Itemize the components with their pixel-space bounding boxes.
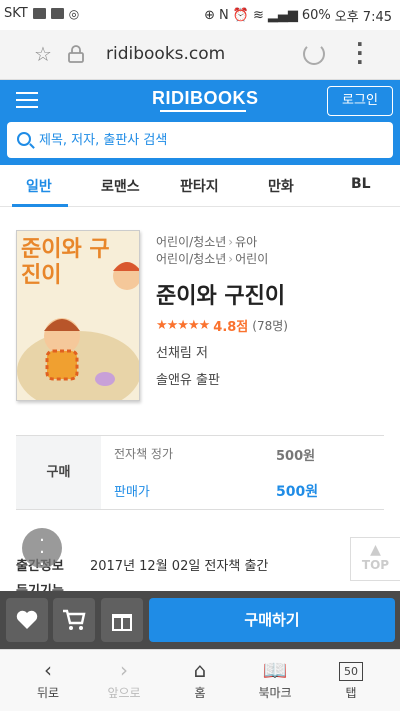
tabs-label: 탭	[345, 686, 357, 700]
purchase-bar: 구매하기	[0, 591, 400, 649]
logo-underline	[160, 110, 246, 112]
forward-label: 앞으로	[107, 686, 141, 700]
tab-count: 50	[339, 662, 363, 681]
image-icon	[32, 8, 46, 19]
search-icon	[17, 132, 31, 146]
cart-icon	[63, 609, 86, 630]
nfc-icon: N	[219, 8, 229, 23]
bookmark-label: 북마크	[258, 686, 292, 700]
genre-tabs: 일반 로맨스 판타지 만화 BL	[0, 165, 400, 207]
signal-icon: ▂▄▆	[267, 8, 298, 23]
login-button[interactable]: 로그인	[327, 86, 393, 116]
category-parent-link[interactable]: 어린이/청소년	[156, 235, 226, 249]
category-child-link[interactable]: 어린이	[235, 252, 268, 266]
author[interactable]: 선채림 저	[156, 342, 208, 361]
tabs-icon: 50	[321, 658, 381, 684]
forward-icon: ›	[120, 658, 128, 682]
rating[interactable]: ★★★★★ 4.8점 (78명)	[156, 316, 288, 335]
tabs-button[interactable]: 50 탭	[321, 658, 381, 701]
wifi-icon: ≋	[252, 8, 264, 23]
chevron-right-icon: ›	[228, 252, 234, 266]
tab-bl[interactable]: BL	[351, 176, 371, 192]
gift-icon	[112, 614, 132, 631]
hamburger-menu-icon[interactable]	[16, 92, 38, 108]
rating-count: (78명)	[252, 319, 288, 333]
heart-icon	[16, 610, 38, 629]
price-table: 구매 전자책 정가 500원 판매가 500원	[16, 435, 384, 510]
book-cover[interactable]: 준이와 구진이	[16, 230, 140, 401]
category-parent-link[interactable]: 어린이/청소년	[156, 252, 226, 266]
location-icon: ⊕	[204, 8, 216, 23]
chat-icon: ◎	[68, 6, 80, 21]
back-icon: ‹	[44, 658, 52, 682]
status-bar: SKT ◎ ⊕ N ⏰ ≋ ▂▄▆ 60% 오후 7:45	[0, 0, 400, 30]
ridibooks-logo[interactable]: RIDIBOOKS	[152, 88, 259, 109]
book-title: 준이와 구진이	[156, 284, 286, 309]
buy-button[interactable]: 구매하기	[149, 598, 395, 642]
rating-score: 4.8점	[213, 320, 249, 335]
alarm-icon: ⏰	[232, 8, 249, 23]
active-tab-indicator	[12, 204, 68, 207]
arrow-up-icon: ▲	[370, 542, 381, 558]
home-icon: ⌂	[193, 658, 207, 682]
tab-romance[interactable]: 로맨스	[101, 176, 140, 196]
browser-nav-bar: ‹ 뒤로 › 앞으로 ⌂ 홈 📖 북마크 50 탭	[0, 649, 400, 711]
cover-title: 준이와 구진이	[21, 237, 110, 288]
forward-button[interactable]: › 앞으로	[94, 658, 154, 701]
category-path-1: 어린이/청소년 › 유아	[156, 233, 257, 250]
list-price-label: 전자책 정가	[114, 447, 174, 461]
search-input[interactable]	[39, 128, 379, 152]
back-label: 뒤로	[36, 686, 60, 700]
home-button[interactable]: ⌂ 홈	[170, 658, 230, 701]
clock: 오후 7:45	[334, 10, 392, 25]
chevron-right-icon: ›	[228, 235, 234, 249]
tab-fantasy[interactable]: 판타지	[180, 176, 219, 196]
back-button[interactable]: ‹ 뒤로	[18, 658, 78, 701]
reload-icon[interactable]	[303, 43, 325, 65]
gift-button[interactable]	[101, 598, 143, 642]
home-label: 홈	[194, 686, 206, 700]
category-child-link[interactable]: 유아	[235, 235, 257, 249]
browser-url-bar: ☆ ridibooks.com · · ·	[0, 30, 400, 80]
search-box[interactable]	[7, 122, 393, 158]
bookmark-button[interactable]: 📖 북마크	[245, 658, 305, 701]
sale-price-label: 판매가	[114, 485, 150, 500]
purchase-label: 구매	[16, 436, 101, 509]
publisher[interactable]: 솔앤유 출판	[156, 369, 220, 388]
floating-menu-button[interactable]: · · ·	[22, 528, 62, 574]
carrier-label: SKT	[4, 6, 28, 21]
folder-icon	[50, 8, 64, 19]
bookmark-icon: 📖	[262, 658, 288, 682]
sale-price-value: 500원	[276, 484, 319, 500]
tab-comic[interactable]: 만화	[268, 176, 294, 196]
publish-info-value: 2017년 12월 02일 전자책 출간	[89, 559, 269, 574]
battery-percent: 60%	[301, 8, 331, 23]
top-label: TOP	[361, 558, 390, 572]
scroll-to-top-button[interactable]: ▲ TOP	[350, 537, 400, 581]
cart-button[interactable]	[53, 598, 95, 642]
url-text[interactable]: ridibooks.com	[106, 44, 225, 64]
category-path-2: 어린이/청소년 › 어린이	[156, 250, 268, 267]
tab-general[interactable]: 일반	[26, 176, 52, 196]
bookmark-star-icon[interactable]: ☆	[34, 42, 52, 66]
lock-icon	[68, 45, 84, 63]
more-options-icon[interactable]: · · ·	[356, 34, 364, 72]
list-price-value: 500원	[276, 449, 316, 464]
star-rating-icon: ★★★★★	[156, 318, 210, 333]
wishlist-button[interactable]	[6, 598, 48, 642]
site-header: RIDIBOOKS 로그인	[0, 80, 400, 165]
